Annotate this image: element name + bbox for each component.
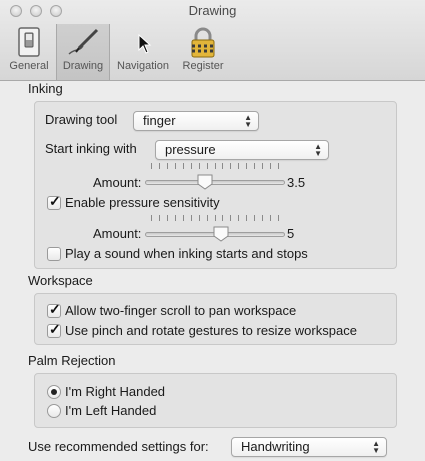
slider-tick [262, 163, 263, 169]
slider-tick [159, 163, 160, 169]
inking-group: Drawing tool finger ▲ ▼ Start inking with… [34, 101, 397, 269]
recommend-value: Handwriting [241, 439, 310, 454]
tab-navigation-label: Navigation [117, 60, 169, 72]
start-inking-value: pressure [165, 142, 216, 157]
slider-tick [278, 163, 279, 169]
slider-tick [175, 215, 176, 221]
start-inking-label: Start inking with [45, 141, 137, 156]
slider-tick [207, 163, 208, 169]
drawing-tool-popup[interactable]: finger ▲ ▼ [133, 111, 259, 131]
lock-icon [191, 27, 215, 58]
slider-tick [159, 215, 160, 221]
slider-tick [230, 215, 231, 221]
slider-tick [246, 163, 247, 169]
slider-tick [175, 163, 176, 169]
slider-tick [254, 163, 255, 169]
amount2-slider-thumb[interactable] [213, 226, 229, 242]
title-toolbar: Drawing General Drawing Navigation Regis… [0, 0, 425, 81]
amount1-slider-thumb[interactable] [197, 174, 213, 190]
slider-tick [183, 215, 184, 221]
checkmark-icon: ✓ [49, 193, 61, 209]
slider-tick [151, 163, 152, 169]
tab-drawing-label: Drawing [62, 60, 104, 72]
tab-register-label: Register [182, 60, 224, 72]
slider-tick [199, 215, 200, 221]
drawing-tool-value: finger [143, 113, 176, 128]
slider-tick [246, 215, 247, 221]
slider-tick [238, 163, 239, 169]
slider-tick [230, 163, 231, 169]
left-handed-label: I'm Left Handed [65, 403, 157, 418]
slider-tick [167, 163, 168, 169]
slider-tick [278, 215, 279, 221]
switch-icon [18, 27, 40, 57]
slider-tick [222, 215, 223, 221]
enable-pressure-checkbox[interactable]: ✓ [47, 193, 61, 210]
slider-tick [270, 215, 271, 221]
mouse-pointer-icon [138, 34, 152, 54]
slider-tick [167, 215, 168, 221]
slider-tick [215, 215, 216, 221]
pen-icon [68, 28, 99, 55]
chevron-updown-icon: ▲ ▼ [314, 142, 322, 158]
play-sound-checkbox[interactable]: ✓ [47, 247, 61, 261]
tab-drawing[interactable]: Drawing [56, 24, 110, 80]
amount2-label: Amount: [93, 226, 142, 241]
pinch-label: Use pinch and rotate gestures to resize … [65, 323, 357, 338]
chevron-updown-icon: ▲ ▼ [372, 439, 380, 455]
play-sound-label: Play a sound when inking starts and stop… [65, 246, 308, 261]
amount2-value: 5 [287, 226, 295, 241]
enable-pressure-label: Enable pressure sensitivity [65, 195, 220, 210]
two-finger-label: Allow two-finger scroll to pan workspace [65, 303, 297, 318]
preferences-window: Drawing General Drawing Navigation Regis… [0, 0, 425, 461]
tab-general-label: General [9, 60, 49, 72]
tab-general[interactable]: General [6, 24, 52, 76]
amount1-value: 3.5 [287, 175, 306, 190]
palm-section-title: Palm Rejection [28, 353, 116, 368]
slider-tick [191, 215, 192, 221]
slider-tick [254, 215, 255, 221]
pinch-checkbox[interactable]: ✓ [47, 321, 61, 338]
amount1-slider[interactable] [145, 180, 285, 185]
start-inking-popup[interactable]: pressure ▲ ▼ [155, 140, 329, 160]
amount1-ticks [151, 163, 279, 169]
left-handed-radio[interactable] [47, 404, 61, 418]
chevron-updown-icon: ▲ ▼ [244, 113, 252, 129]
slider-tick [238, 215, 239, 221]
checkmark-icon: ✓ [49, 301, 61, 317]
slider-tick [270, 163, 271, 169]
workspace-group: ✓ Allow two-finger scroll to pan workspa… [34, 293, 397, 345]
two-finger-checkbox[interactable]: ✓ [47, 301, 61, 318]
drawing-tool-label: Drawing tool [45, 112, 118, 127]
slider-tick [207, 215, 208, 221]
slider-tick [215, 163, 216, 169]
window-title: Drawing [188, 3, 237, 18]
slider-tick [199, 163, 200, 169]
radio-dot-icon [51, 389, 57, 395]
slider-tick [191, 163, 192, 169]
amount1-label: Amount: [93, 175, 142, 190]
slider-tick [262, 215, 263, 221]
right-handed-radio[interactable] [47, 385, 61, 399]
tab-register[interactable]: Register [176, 24, 230, 76]
slider-tick [183, 163, 184, 169]
recommend-popup[interactable]: Handwriting ▲ ▼ [231, 437, 387, 457]
inking-section-title: Inking [28, 81, 63, 96]
slider-tick [151, 215, 152, 221]
amount2-ticks [151, 215, 279, 221]
palm-group: I'm Right Handed I'm Left Handed [34, 373, 397, 428]
slider-tick [222, 163, 223, 169]
workspace-section-title: Workspace [28, 273, 93, 288]
checkmark-icon: ✓ [49, 321, 61, 337]
right-handed-label: I'm Right Handed [65, 384, 166, 399]
recommend-label: Use recommended settings for: [28, 439, 209, 454]
